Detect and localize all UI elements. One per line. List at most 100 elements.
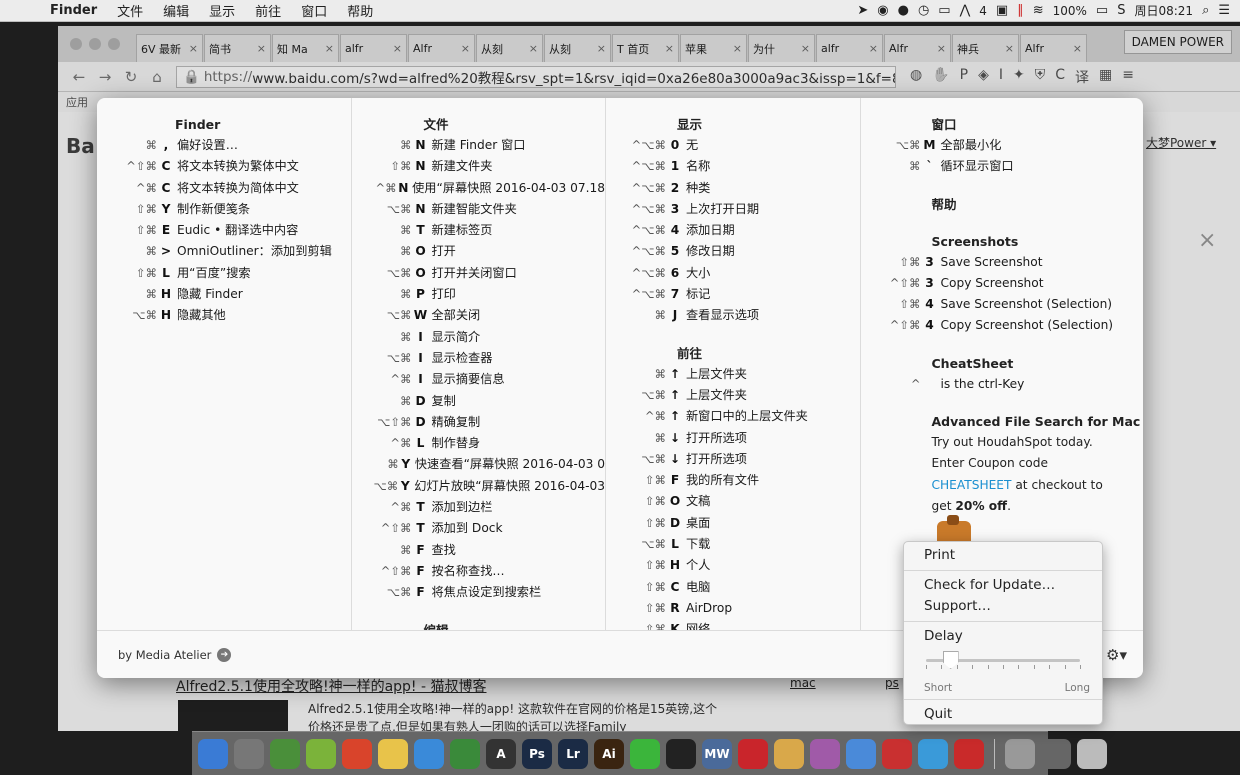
shortcut-row[interactable]: ⌘, 偏好设置… bbox=[97, 135, 351, 156]
shortcut-row[interactable]: ⌘ N 新建 Finder 窗口 bbox=[352, 135, 606, 156]
bookmark-apps[interactable]: 应用 bbox=[66, 94, 88, 110]
close-window-button[interactable] bbox=[70, 38, 82, 50]
chrome-dock-icon[interactable] bbox=[270, 738, 300, 769]
battery-icon[interactable]: ▭ bbox=[1096, 3, 1108, 18]
shortcut-row[interactable]: ^⇧⌘ C 将文本转换为繁体中文 bbox=[97, 156, 351, 177]
browser-tab[interactable]: 从刻 × bbox=[544, 34, 611, 62]
browser-tab-active[interactable]: Alfr × bbox=[1020, 34, 1087, 62]
shortcut-row[interactable]: ^ is the ctrl-Key bbox=[861, 374, 1144, 395]
trash-dock-icon[interactable] bbox=[1077, 738, 1107, 769]
close-tab-icon[interactable]: × bbox=[529, 42, 538, 55]
menu-file[interactable]: 文件 bbox=[107, 1, 153, 20]
lightroom-dock-icon[interactable]: Lr bbox=[558, 738, 588, 769]
qq-dock-icon[interactable] bbox=[666, 738, 696, 769]
evernote-dock-icon[interactable] bbox=[450, 738, 480, 769]
browser-tab[interactable]: Alfr × bbox=[408, 34, 475, 62]
shortcut-row[interactable]: ⌘ J 查看显示选项 bbox=[606, 305, 860, 326]
instapaper-extension-icon[interactable]: I bbox=[999, 67, 1003, 87]
browser-tab[interactable]: 苹果 × bbox=[680, 34, 747, 62]
shortcut-row[interactable]: ^⌥⌘ 4 添加日期 bbox=[606, 220, 860, 241]
close-tab-icon[interactable]: × bbox=[325, 42, 334, 55]
shortcut-row[interactable]: ⌥⌘ O 打开并关闭窗口 bbox=[352, 263, 606, 284]
finder-dock-icon[interactable] bbox=[198, 738, 228, 769]
related-link[interactable]: mac bbox=[790, 676, 816, 690]
menu-edit[interactable]: 编辑 bbox=[153, 1, 199, 20]
clock[interactable]: 周日08:21 bbox=[1134, 2, 1193, 19]
shortcut-row[interactable]: ⇧⌘ H 个人 bbox=[606, 555, 860, 576]
screen-recorder-dock-icon[interactable] bbox=[810, 738, 840, 769]
shortcut-row[interactable]: ^⌘ ↑ 新窗口中的上层文件夹 bbox=[606, 406, 860, 427]
shortcut-row[interactable]: ⌘ Y 快速查看“屏幕快照 2016-04-03 0 bbox=[352, 454, 605, 475]
search-result-title[interactable]: Alfred2.5.1使用全攻略!神一样的app! - 猫叔博客 bbox=[176, 676, 487, 696]
shortcut-row[interactable]: ^⌥⌘ 0 无 bbox=[606, 135, 860, 156]
shortcut-row[interactable]: ^⌥⌘ 1 名称 bbox=[606, 156, 860, 177]
menu-window[interactable]: 窗口 bbox=[291, 1, 337, 20]
close-tab-icon[interactable]: × bbox=[189, 42, 198, 55]
menu-view[interactable]: 显示 bbox=[199, 1, 245, 20]
minimize-window-button[interactable] bbox=[89, 38, 101, 50]
spotlight-search-icon[interactable]: ⌕ bbox=[1202, 3, 1209, 18]
wechat-status-icon[interactable]: ◉ bbox=[877, 3, 888, 18]
browser-tab[interactable]: alfr × bbox=[816, 34, 883, 62]
print-menu-item[interactable]: Print bbox=[904, 545, 1102, 566]
browser-tab[interactable]: 知 Ma × bbox=[272, 34, 339, 62]
shortcut-row[interactable]: ⇧⌘ Y 制作新便笺条 bbox=[97, 199, 351, 220]
shortcut-row[interactable]: ⌥⌘ N 新建智能文件夹 bbox=[352, 199, 606, 220]
browser-tab[interactable]: 从刻 × bbox=[476, 34, 543, 62]
close-tab-icon[interactable]: × bbox=[801, 42, 810, 55]
shortcut-row[interactable]: ⇧⌘ C 电脑 bbox=[606, 577, 860, 598]
shortcut-row[interactable]: ^⌥⌘ 6 大小 bbox=[606, 263, 860, 284]
shortcut-row[interactable]: ⌘ ↓ 打开所选项 bbox=[606, 428, 860, 449]
browser-tab[interactable]: alfr × bbox=[340, 34, 407, 62]
qq-status-icon[interactable]: ● bbox=[898, 3, 909, 18]
screen-status-icon[interactable]: ▣ bbox=[996, 3, 1008, 18]
browser-tab[interactable]: 神兵 × bbox=[952, 34, 1019, 62]
grid-extension-icon[interactable]: ▦ bbox=[1099, 67, 1112, 87]
shortcut-row[interactable]: ⌘ O 打开 bbox=[352, 241, 606, 262]
shortcut-row[interactable]: ^⌘ L 制作替身 bbox=[352, 433, 606, 454]
shortcut-row[interactable]: ^⌥⌘ 7 标记 bbox=[606, 284, 860, 305]
support-menu-item[interactable]: Support… bbox=[904, 596, 1102, 617]
shortcut-row[interactable]: ⌘ T 新建标签页 bbox=[352, 220, 606, 241]
close-tab-icon[interactable]: × bbox=[733, 42, 742, 55]
close-tab-icon[interactable]: × bbox=[1005, 42, 1014, 55]
related-link[interactable]: ps bbox=[885, 676, 899, 690]
pencil-dock-icon[interactable] bbox=[774, 738, 804, 769]
shortcut-row[interactable]: ^⇧⌘ 3 Copy Screenshot bbox=[861, 273, 1144, 294]
launchpad-dock-icon[interactable] bbox=[234, 738, 264, 769]
check-update-menu-item[interactable]: Check for Update… bbox=[904, 575, 1102, 596]
keynote-dock-icon[interactable] bbox=[414, 738, 444, 769]
shortcut-row[interactable]: ⇧⌘ 3 Save Screenshot bbox=[861, 252, 1144, 273]
shortcut-row[interactable]: ⇧⌘ K 网络 bbox=[606, 619, 860, 630]
shortcut-row[interactable]: ⌥⌘ Y 幻灯片放映“屏幕快照 2016-04-03 bbox=[352, 476, 605, 497]
shortcut-row[interactable]: ⇧⌘ D 桌面 bbox=[606, 513, 860, 534]
c-extension-icon[interactable]: C bbox=[1055, 67, 1065, 87]
telegram-dock-icon[interactable] bbox=[918, 738, 948, 769]
shortcut-row[interactable]: ⇧⌘ F 我的所有文件 bbox=[606, 470, 860, 491]
shortcut-row[interactable]: ⇧⌘ E Eudic • 翻译选中内容 bbox=[97, 220, 351, 241]
coupon-code-link[interactable]: CHEATSHEET bbox=[932, 478, 1012, 492]
shortcut-row[interactable]: ⇧⌘ N 新建文件夹 bbox=[352, 156, 606, 177]
more-menu-icon[interactable]: ≡ bbox=[1122, 67, 1134, 87]
pinterest-extension-icon[interactable]: P bbox=[960, 67, 968, 87]
android-dock-icon[interactable] bbox=[306, 738, 336, 769]
shortcut-row[interactable]: ^⌘ T 添加到边栏 bbox=[352, 497, 606, 518]
shortcut-row[interactable]: ⌥⌘ I 显示检查器 bbox=[352, 348, 606, 369]
zoom-window-button[interactable] bbox=[108, 38, 120, 50]
media-atelier-credit[interactable]: by Media Atelier bbox=[118, 648, 211, 662]
shortcut-row[interactable]: ⌘ H 隐藏 Finder bbox=[97, 284, 351, 305]
alfred-status-icon[interactable]: ⋀ bbox=[960, 3, 971, 18]
printer-dock-icon[interactable] bbox=[1041, 738, 1071, 769]
address-bar[interactable]: 🔒 https:// www.baidu.com/s?wd=alfred%20教… bbox=[176, 65, 896, 88]
preview-dock-icon[interactable] bbox=[846, 738, 876, 769]
shortcut-row[interactable]: ⌥⌘ H 隐藏其他 bbox=[97, 305, 351, 326]
shortcut-row[interactable]: ^⌘ I 显示摘要信息 bbox=[352, 369, 606, 390]
illustrator-dock-icon[interactable]: Ai bbox=[594, 738, 624, 769]
close-tab-icon[interactable]: × bbox=[1073, 42, 1082, 55]
shortcut-row[interactable]: ⇧⌘ R AirDrop bbox=[606, 598, 860, 619]
wifi-icon[interactable]: ≋ bbox=[1033, 3, 1044, 18]
security-extension-icon[interactable]: ⛨ bbox=[1035, 67, 1046, 87]
browser-tab[interactable]: 6V 最新 × bbox=[136, 34, 203, 62]
back-icon[interactable]: ← bbox=[66, 68, 92, 86]
browser-tab[interactable]: T 首页 × bbox=[612, 34, 679, 62]
